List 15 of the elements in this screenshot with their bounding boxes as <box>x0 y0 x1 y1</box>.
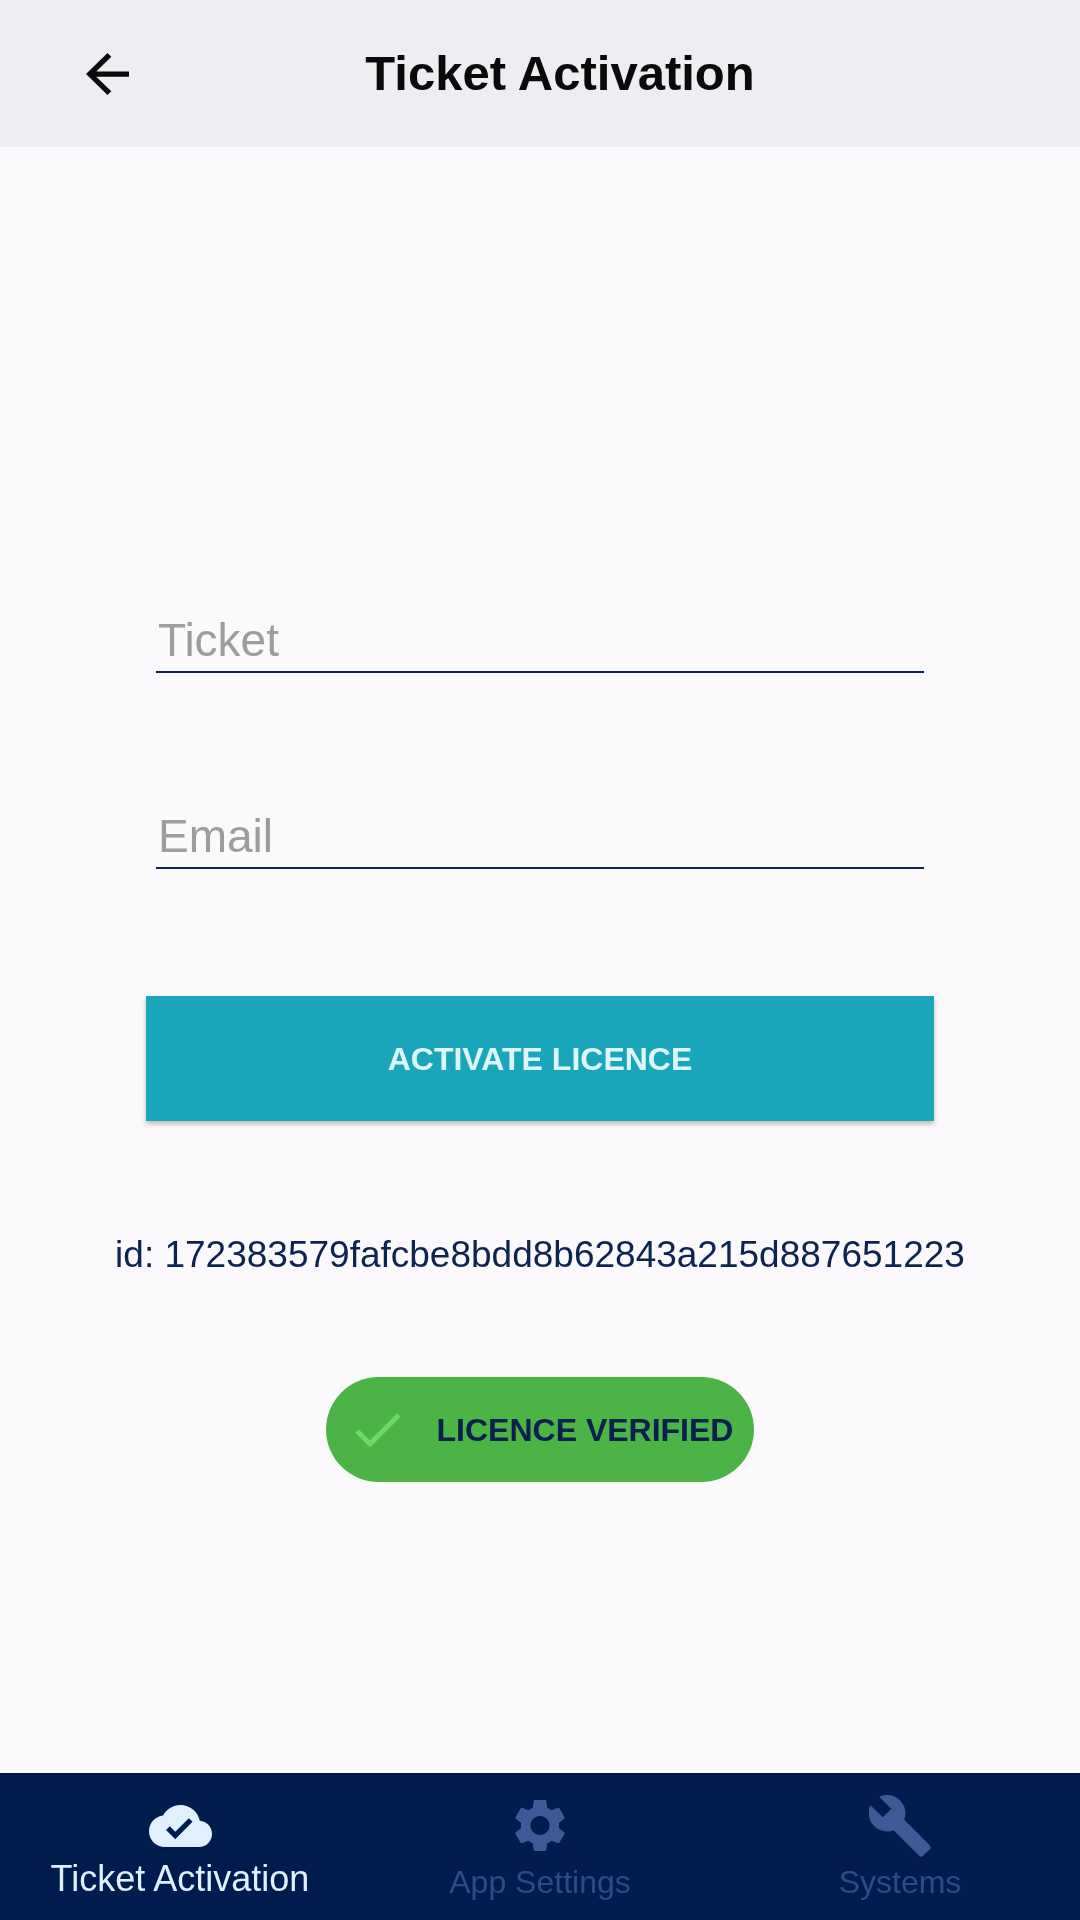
cloud-check-icon <box>148 1804 212 1847</box>
text-input-field[interactable]: Email <box>156 806 924 869</box>
nav-tab[interactable]: Ticket Activation <box>0 1773 360 1920</box>
back-arrow-icon <box>86 52 129 95</box>
checkmark-icon <box>354 1411 401 1448</box>
activate-button[interactable]: ACTIVATE LICENCE <box>146 996 934 1121</box>
wrench-icon <box>869 1794 931 1857</box>
screen-title: Ticket Activation <box>364 45 756 103</box>
back-button[interactable] <box>86 52 129 95</box>
settings-icon <box>515 1799 565 1852</box>
text-input-field[interactable]: Ticket <box>156 610 924 673</box>
device-id-text: id: 172383579fafcbe8bdd8b62843a215d887651223 <box>115 1233 965 1277</box>
nav-tab[interactable]: Systems <box>720 1773 1080 1920</box>
status-label: LICENCE VERIFIED <box>436 1410 734 1450</box>
nav-tab[interactable]: App Settings <box>360 1773 720 1920</box>
